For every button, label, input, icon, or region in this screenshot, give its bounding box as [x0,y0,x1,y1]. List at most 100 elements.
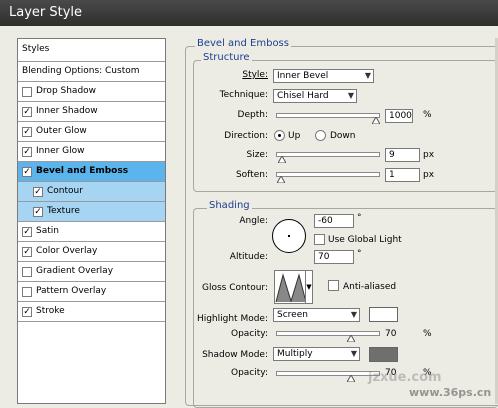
highlight-opacity-unit: % [423,329,432,339]
gloss-contour-dropdown[interactable]: ▼ [305,270,313,304]
shadow-opacity-slider[interactable] [276,371,380,382]
style-item-label: Bevel and Emboss [36,166,129,176]
altitude-label: Altitude: [229,252,268,262]
highlight-opacity-label: Opacity: [231,329,268,339]
style-item-label: Stroke [36,306,65,316]
style-item-contour[interactable]: ✓ Contour [18,182,165,202]
shading-title: Shading [207,200,252,211]
style-item-satin[interactable]: ✓ Satin [18,222,165,242]
structure-title: Structure [201,52,252,63]
size-label: Size: [246,150,268,160]
style-item-stroke[interactable]: ✓ Stroke [18,302,165,322]
slider-thumb[interactable] [347,375,355,382]
style-checkbox[interactable]: ✓ [22,167,32,177]
style-item-label: Pattern Overlay [36,286,107,296]
highlight-color-swatch[interactable] [369,307,398,322]
style-checkbox[interactable] [22,87,32,97]
depth-unit: % [423,110,432,120]
style-item-outer-glow[interactable]: ✓ Outer Glow [18,122,165,142]
depth-label: Depth: [237,110,268,120]
shadow-mode-label: Shadow Mode: [202,350,268,360]
style-item-texture[interactable]: ✓ Texture [18,202,165,222]
size-input[interactable]: 9 [385,148,420,162]
slider-thumb[interactable] [277,176,285,183]
style-item-label: Satin [36,226,59,236]
altitude-input[interactable]: 70 [314,250,354,264]
chevron-down-icon: ▼ [306,283,312,291]
depth-slider[interactable] [276,113,380,124]
style-checkbox[interactable]: ✓ [22,107,32,117]
style-label: Style: [242,70,268,80]
styles-header[interactable]: Styles [18,39,165,62]
chevron-down-icon: ▼ [347,91,354,100]
anti-aliased-checkbox[interactable] [328,280,339,291]
angle-input[interactable]: -60 [314,214,354,228]
chevron-down-icon: ▼ [350,349,357,358]
style-dropdown[interactable]: Inner Bevel ▼ [273,69,374,83]
style-checkbox[interactable]: ✓ [22,247,32,257]
gloss-contour-preview[interactable] [274,270,308,304]
altitude-degree: ° [357,249,362,259]
slider-thumb[interactable] [372,117,380,124]
style-checkbox[interactable] [22,267,32,277]
style-item-label: Inner Glow [36,146,85,156]
style-checkbox[interactable]: ✓ [33,207,43,217]
chevron-down-icon: ▼ [364,71,371,80]
use-global-light-checkbox[interactable] [314,234,325,245]
size-slider[interactable] [276,152,380,163]
direction-down-radio[interactable] [315,130,326,141]
direction-down-label: Down [330,131,356,141]
direction-label: Direction: [224,131,268,141]
style-item-label: Texture [47,206,80,216]
title-bar: Layer Style [0,0,498,26]
chevron-down-icon: ▼ [350,310,357,319]
shadow-color-swatch[interactable] [369,347,398,362]
highlight-opacity-value: 70 [385,329,397,339]
shadow-mode-dropdown[interactable]: Multiply ▼ [273,347,360,361]
slider-thumb[interactable] [278,156,286,163]
style-item-gradient-overlay[interactable]: Gradient Overlay [18,262,165,282]
style-checkbox[interactable]: ✓ [22,147,32,157]
styles-list: Styles Blending Options: Custom Drop Sha… [17,38,166,404]
style-item-drop-shadow[interactable]: Drop Shadow [18,82,165,102]
style-checkbox[interactable] [22,287,32,297]
slider-thumb[interactable] [347,335,355,342]
style-item-pattern-overlay[interactable]: Pattern Overlay [18,282,165,302]
bevel-emboss-panel: Bevel and Emboss Structure Style: Inner … [185,38,498,408]
direction-up-radio[interactable] [274,130,285,141]
window-title: Layer Style [9,5,83,20]
depth-input[interactable]: 1000 [385,109,413,123]
style-checkbox[interactable]: ✓ [22,307,32,317]
blending-options[interactable]: Blending Options: Custom [18,62,165,82]
soften-label: Soften: [235,170,268,180]
soften-slider[interactable] [276,172,380,183]
technique-dropdown[interactable]: Chisel Hard ▼ [273,89,357,103]
style-item-inner-shadow[interactable]: ✓ Inner Shadow [18,102,165,122]
angle-dial[interactable] [272,219,306,253]
style-item-label: Contour [47,186,83,196]
technique-label: Technique: [219,90,268,100]
style-checkbox[interactable]: ✓ [22,227,32,237]
highlight-opacity-slider[interactable] [276,331,380,342]
style-item-label: Color Overlay [36,246,98,256]
style-item-label: Drop Shadow [36,86,97,96]
size-unit: px [423,150,435,160]
style-checkbox[interactable]: ✓ [33,187,43,197]
contour-curve-icon [275,271,307,303]
direction-up-label: Up [288,131,301,141]
shadow-opacity-label: Opacity: [231,368,268,378]
style-item-inner-glow[interactable]: ✓ Inner Glow [18,142,165,162]
watermark-site: www.36ps.cn [409,386,492,399]
highlight-mode-label: Highlight Mode: [196,314,268,324]
anti-aliased-label: Anti-aliased [343,282,397,292]
style-checkbox[interactable]: ✓ [22,127,32,137]
style-item-label: Inner Shadow [36,106,98,116]
style-item-bevel-and-emboss[interactable]: ✓ Bevel and Emboss [18,162,165,182]
angle-degree: ° [357,213,362,223]
soften-input[interactable]: 1 [385,168,420,182]
watermark-domain: jzxue.com [368,370,442,385]
highlight-mode-dropdown[interactable]: Screen ▼ [273,308,360,322]
style-item-color-overlay[interactable]: ✓ Color Overlay [18,242,165,262]
soften-unit: px [423,170,435,180]
use-global-light-label: Use Global Light [328,235,402,245]
